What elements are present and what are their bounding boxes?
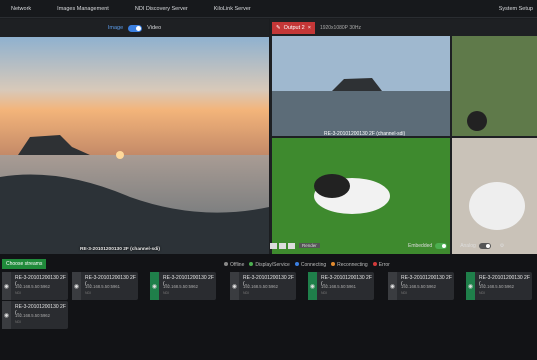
analog-label: Analog — [460, 242, 476, 249]
close-icon[interactable]: × — [308, 25, 311, 31]
preview-caption: RE-3-20101200130 2F (channel-sdi) — [80, 247, 160, 252]
image-mode-label[interactable]: Image — [108, 25, 123, 31]
stream-type: NDI — [85, 291, 92, 295]
preview-video[interactable]: RE-3-20101200130 2F (channel-sdi) — [0, 37, 269, 255]
stream-status-icon: ◉ — [388, 272, 397, 300]
stream-status-icon: ◉ — [2, 301, 11, 329]
nav-images-management[interactable]: Images Management — [57, 6, 109, 12]
output-label: Output 2 — [283, 24, 305, 31]
top-nav: Network Images Management NDI Discovery … — [0, 0, 537, 18]
stream-status-icon: ◉ — [230, 272, 239, 300]
stream-type: NDI — [163, 291, 170, 295]
system-setup-link[interactable]: System Setup — [499, 6, 533, 12]
output-multiview: RE-3-20101200130 2F (channel-sdi) — [272, 36, 537, 256]
stream-type: NDI — [243, 291, 250, 295]
video-mode-label[interactable]: Video — [147, 25, 161, 31]
nav-kilolink[interactable]: KiloLink Server — [214, 6, 251, 12]
analog-toggle[interactable] — [478, 242, 491, 249]
stream-card[interactable]: ◉ RE-3-20101200130 2F (... 192.168.5.50:59… — [2, 301, 68, 329]
embedded-label: Embedded — [408, 242, 433, 249]
stream-card[interactable]: ◉ RE-3-20101200130 2F (... 192.168.5.50:59… — [308, 272, 374, 300]
snapshot-icon[interactable] — [279, 242, 286, 249]
stream-status-icon: ◉ — [2, 272, 11, 300]
tile-caption: RE-3-20101200130 2F (channel-sdi) — [324, 131, 405, 137]
stream-status-icon: ◉ — [72, 272, 81, 300]
nav-ndi-discovery[interactable]: NDI Discovery Server — [135, 6, 188, 12]
stream-card[interactable]: ◉ RE-3-20101200130 2F (... 192.168.5.50:59… — [388, 272, 454, 300]
output-panel: ✎ Output 2 × 1920x1080P 30Hz RE-3-201012… — [270, 19, 537, 256]
output-toolbar: Render Embedded Analog ⚙ — [270, 241, 537, 250]
multiview-tiles: RE-3-20101200130 2F (channel-sdi) — [272, 36, 537, 256]
legend-error: Error — [372, 262, 390, 268]
audio-controls: Embedded Analog ⚙ — [408, 242, 504, 249]
stream-card[interactable]: ◉ RE-3-20101200130 2F (... 192.168.5.50:59… — [72, 272, 138, 300]
nav-network[interactable]: Network — [11, 6, 31, 12]
image-icon[interactable] — [270, 242, 277, 249]
settings-icon[interactable]: ⚙ — [500, 243, 504, 249]
stream-type: NDI — [15, 320, 22, 324]
stream-type: NDI — [321, 291, 328, 295]
stream-ip: 192.168.5.50:5962 — [163, 284, 198, 289]
stream-ip: 192.168.5.50:5961 — [321, 284, 356, 289]
stream-status-icon: ◉ — [308, 272, 317, 300]
sunset-coast-image — [0, 37, 269, 255]
legend-connecting: Connecting — [294, 262, 326, 268]
preview-panel: Image Video RE-3-20101200130 2F (channel… — [0, 19, 269, 266]
legend-offline: Offline — [224, 262, 244, 268]
stream-status-icon: ◉ — [150, 272, 159, 300]
render-button[interactable]: Render — [299, 243, 320, 248]
stream-card[interactable]: ◉ RE-3-20101200130 2F (... 192.168.5.50:59… — [150, 272, 216, 300]
stream-card[interactable]: ◉ RE-3-20101200130 2F (... 192.168.5.50:59… — [230, 272, 296, 300]
choose-streams-button[interactable]: Choose streams — [2, 259, 47, 269]
stream-ip: 192.168.5.50:5961 — [85, 284, 120, 289]
output-selector[interactable]: ✎ Output 2 × — [272, 21, 315, 34]
edit-icon: ✎ — [276, 24, 281, 31]
eye-icon[interactable] — [288, 242, 295, 249]
legend-reconnecting: Reconnecting — [331, 262, 368, 268]
output-resolution: 1920x1080P 30Hz — [319, 24, 361, 31]
stream-status-icon: ◉ — [466, 272, 475, 300]
stream-type: NDI — [479, 291, 486, 295]
preview-mode-switch: Image Video — [0, 19, 269, 37]
stream-ip: 192.168.5.50:5962 — [243, 284, 278, 289]
stream-ip: 192.168.5.50:5962 — [401, 284, 436, 289]
stream-list: Choose streams Offline Display/Service C… — [0, 254, 537, 360]
stream-ip: 192.168.5.50:5962 — [479, 284, 514, 289]
stream-type: NDI — [15, 291, 22, 295]
stream-card[interactable]: ◉ RE-3-20101200130 2F (... 192.168.5.50:59… — [466, 272, 532, 300]
stream-ip: 192.168.5.50:5962 — [15, 313, 50, 318]
status-legend: Offline Display/Service Connecting Recon… — [224, 262, 390, 268]
legend-display: Display/Service — [249, 262, 290, 268]
output-header: ✎ Output 2 × 1920x1080P 30Hz — [270, 19, 537, 36]
stream-ip: 192.168.5.50:5962 — [15, 284, 50, 289]
stream-card[interactable]: ◉ RE-3-20101200130 2F (... 192.168.5.50:59… — [2, 272, 68, 300]
embedded-toggle[interactable] — [435, 242, 448, 249]
stream-type: NDI — [401, 291, 408, 295]
image-video-toggle[interactable] — [128, 24, 143, 32]
